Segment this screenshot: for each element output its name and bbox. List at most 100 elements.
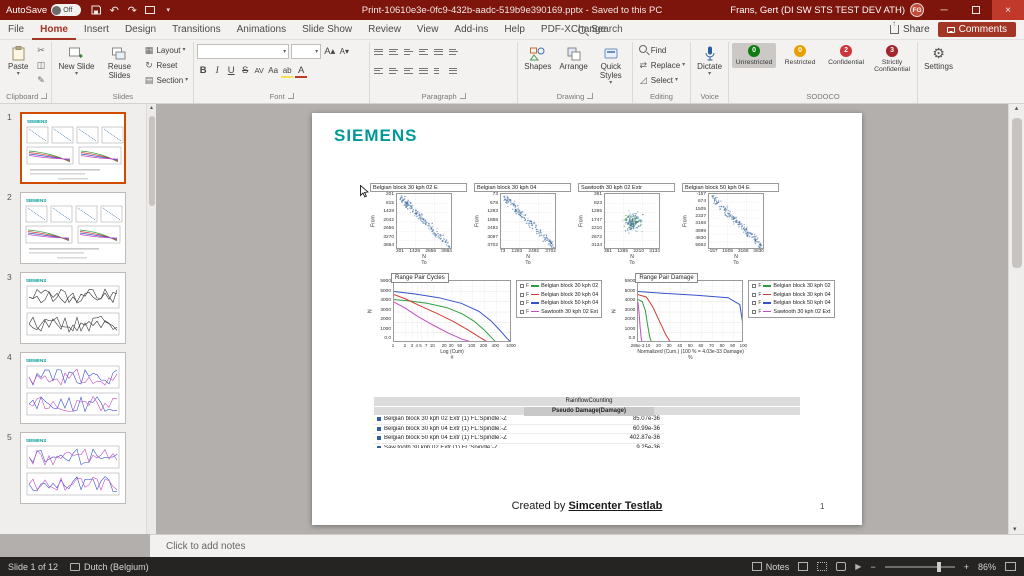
menu-tab-transitions[interactable]: Transitions [164, 20, 229, 40]
menu-tab-slide-show[interactable]: Slide Show [294, 20, 360, 40]
menu-tab-review[interactable]: Review [360, 20, 409, 40]
legend-item[interactable]: FBelgian block 50 kph 04 [752, 300, 830, 306]
slide-thumbnail-5[interactable]: SIEMENS [20, 432, 126, 504]
redo-icon[interactable]: ↷ [123, 1, 141, 19]
select-button[interactable]: ◿Select▾ [636, 73, 687, 87]
settings-button[interactable]: ⚙ Settings [921, 43, 956, 73]
legend-checkbox-icon[interactable] [752, 293, 756, 297]
bullets-icon[interactable] [373, 45, 386, 58]
new-slide-button[interactable]: New Slide ▾ [55, 43, 97, 79]
slide-thumbnail-3[interactable]: SIEMENS [20, 272, 126, 344]
scroll-down-icon[interactable]: ▾ [1013, 525, 1017, 533]
copy-button[interactable]: ◫ [33, 58, 48, 72]
reuse-slides-button[interactable]: Reuse Slides [99, 43, 139, 82]
format-painter-button[interactable]: ✎ [33, 73, 48, 87]
minimize-button[interactable]: ─ [928, 0, 960, 20]
zoom-level[interactable]: 86% [978, 562, 996, 572]
drawing-dialog-launcher[interactable] [587, 93, 593, 99]
legend-checkbox-icon[interactable] [520, 310, 524, 314]
sensitivity-restricted-button[interactable]: 0Restricted [778, 43, 822, 68]
undo-icon[interactable]: ↶ [105, 1, 123, 19]
menu-tab-add-ins[interactable]: Add-ins [446, 20, 496, 40]
menu-tab-animations[interactable]: Animations [229, 20, 294, 40]
vertical-scrollbar-thumb[interactable] [1012, 118, 1022, 268]
slideshow-view-icon[interactable]: ▶ [855, 562, 861, 571]
slide-thumbnail-1[interactable]: SIEMENS [20, 112, 126, 184]
maximize-button[interactable] [960, 0, 992, 20]
legend-item[interactable]: FBelgian block 30 kph 02 [520, 283, 598, 289]
menu-tab-file[interactable]: File [0, 20, 32, 40]
align-center-icon[interactable] [388, 64, 401, 77]
autosave-toggle[interactable]: AutoSave Off [6, 4, 81, 16]
smartart-icon[interactable] [448, 64, 461, 77]
zoom-in-button[interactable]: + [964, 562, 969, 572]
arrange-button[interactable]: Arrange [556, 43, 590, 73]
change-case-button[interactable]: Aa [267, 64, 279, 78]
numbering-icon[interactable] [388, 45, 401, 58]
menu-tab-design[interactable]: Design [117, 20, 164, 40]
thumbnail-scrollbar[interactable]: ▴ [146, 104, 156, 534]
strikethrough-button[interactable]: S [239, 64, 251, 78]
line-spacing-icon[interactable] [433, 45, 446, 58]
columns-icon[interactable] [433, 64, 446, 77]
clipboard-dialog-launcher[interactable] [41, 93, 47, 99]
normal-view-icon[interactable] [798, 562, 808, 571]
menu-tab-help[interactable]: Help [496, 20, 533, 40]
legend-checkbox-icon[interactable] [520, 284, 524, 288]
table-row[interactable]: Belgian block 50 kph 04 Extr (1) FL:Spin… [374, 434, 664, 444]
paste-button[interactable]: Paste ▾ [5, 43, 31, 79]
table-row[interactable]: Belgian block 30 kph 02 Extr (1) FL:Spin… [374, 415, 664, 425]
present-display-icon[interactable] [141, 1, 159, 19]
notes-pane[interactable]: Click to add notes [150, 534, 1024, 557]
slide-sorter-view-icon[interactable] [817, 562, 827, 571]
comments-button[interactable]: Comments [938, 22, 1016, 37]
thumbnail-scrollbar-thumb[interactable] [149, 116, 155, 206]
legend-item[interactable]: FBelgian block 30 kph 04 [752, 292, 830, 298]
paragraph-dialog-launcher[interactable] [460, 93, 466, 99]
share-button[interactable]: Share [890, 24, 930, 35]
menu-tab-insert[interactable]: Insert [76, 20, 117, 40]
justify-icon[interactable] [418, 64, 431, 77]
slide-thumbnail-2[interactable]: SIEMENS [20, 192, 126, 264]
zoom-out-button[interactable]: − [870, 562, 875, 572]
menu-tab-home[interactable]: Home [32, 20, 76, 40]
vertical-scrollbar[interactable]: ▴▾ [1008, 104, 1024, 534]
legend-item[interactable]: FSawtooth 30 kph 02 Ext [752, 309, 830, 315]
save-icon[interactable] [87, 1, 105, 19]
indent-decrease-icon[interactable] [403, 45, 416, 58]
legend-checkbox-icon[interactable] [520, 301, 524, 305]
slide-editor[interactable]: SIEMENS Belgian block 30 kph 02 EFrom201… [312, 113, 862, 525]
reset-button[interactable]: ↻Reset [141, 58, 190, 72]
increase-font-icon[interactable]: A▴ [323, 45, 336, 59]
bold-button[interactable]: B [197, 64, 209, 78]
legend-item[interactable]: FBelgian block 50 kph 04 [520, 300, 598, 306]
legend-item[interactable]: FBelgian block 30 kph 04 [520, 292, 598, 298]
character-spacing-button[interactable]: AV [253, 64, 265, 78]
zoom-slider-thumb[interactable] [937, 562, 941, 572]
fit-to-window-icon[interactable] [1005, 562, 1016, 571]
layout-button[interactable]: ▦Layout▾ [141, 43, 190, 57]
sensitivity-confidential-button[interactable]: 2Confidential [824, 43, 868, 68]
align-left-icon[interactable] [373, 64, 386, 77]
font-name-combo[interactable]: ▾ [197, 44, 289, 59]
quick-styles-button[interactable]: Quick Styles ▾ [593, 43, 629, 88]
highlight-color-button[interactable]: ab [281, 64, 293, 78]
zoom-slider[interactable] [885, 566, 955, 568]
sensitivity-unrestricted-button[interactable]: 0Unrestricted [732, 43, 776, 68]
shapes-button[interactable]: Shapes [521, 43, 554, 73]
indent-increase-icon[interactable] [418, 45, 431, 58]
search-box[interactable]: Search [578, 24, 623, 35]
table-row[interactable]: Saw tooth 30 kph 02 Extr (1) FL:Spindle:… [374, 444, 664, 449]
font-size-combo[interactable]: ▾ [291, 44, 321, 59]
slide-thumbnail-4[interactable]: SIEMENS [20, 352, 126, 424]
legend-checkbox-icon[interactable] [520, 293, 524, 297]
reading-view-icon[interactable] [836, 562, 846, 571]
table-row[interactable]: Belgian block 30 kph 04 Extr (1) FL:Spin… [374, 425, 664, 435]
legend-item[interactable]: FBelgian block 30 kph 02 [752, 283, 830, 289]
menu-tab-view[interactable]: View [409, 20, 447, 40]
language-selector[interactable]: Dutch (Belgium) [70, 562, 149, 572]
font-dialog-launcher[interactable] [288, 93, 294, 99]
close-button[interactable]: × [992, 0, 1024, 20]
quick-access-customize-icon[interactable]: ▾ [159, 1, 177, 19]
cut-button[interactable]: ✂ [33, 43, 48, 57]
